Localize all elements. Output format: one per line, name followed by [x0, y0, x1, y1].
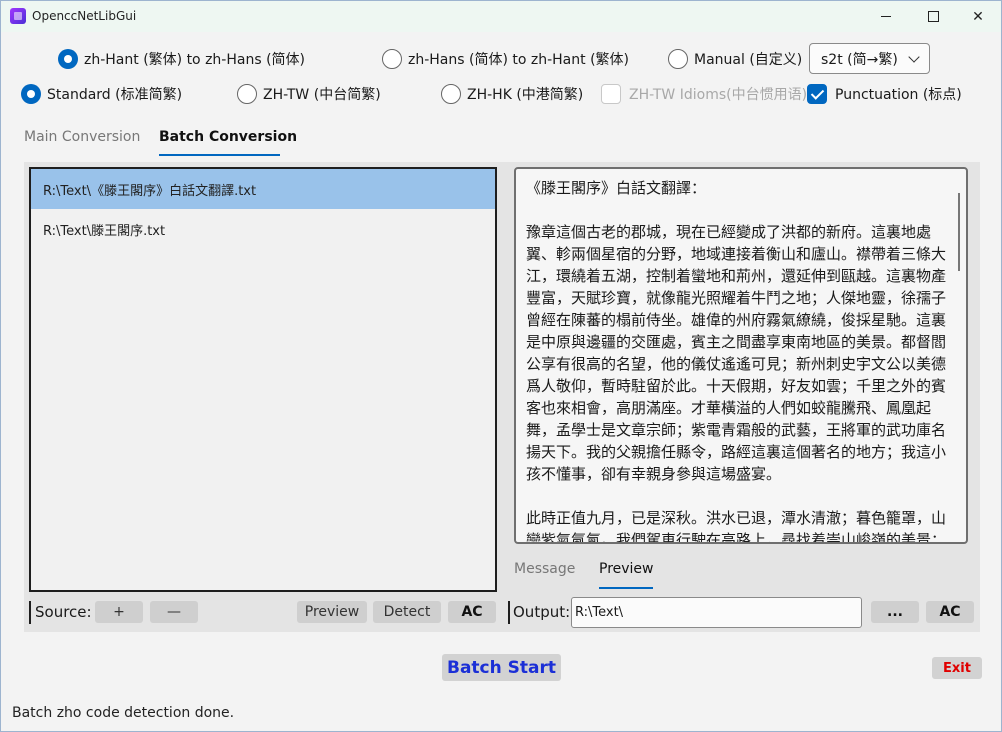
add-file-button[interactable]: + [95, 601, 143, 623]
active-subtab-indicator [599, 587, 653, 589]
minimize-icon[interactable] [863, 1, 909, 32]
list-item[interactable]: R:\Text\《滕王閣序》白話文翻譯.txt [31, 169, 495, 209]
batch-start-button[interactable]: Batch Start [442, 654, 561, 681]
radio-unselected-icon [382, 49, 402, 69]
close-icon[interactable]: ✕ [955, 1, 1001, 32]
browse-output-button[interactable]: ... [871, 601, 919, 623]
radio-label: Standard (标准简繁) [47, 87, 183, 103]
tab-message[interactable]: Message [514, 561, 575, 577]
radio-label: zh-Hant (繁体) to zh-Hans (简体) [84, 52, 305, 68]
radio-zh-hk[interactable]: ZH-HK (中港简繁) [441, 84, 583, 104]
clear-output-button[interactable]: AC [926, 601, 974, 623]
app-logo-icon [10, 8, 26, 24]
divider [29, 601, 31, 624]
window-title: OpenccNetLibGui [32, 9, 137, 23]
exit-button[interactable]: Exit [932, 657, 982, 679]
chevron-down-icon [908, 51, 920, 63]
file-path: R:\Text\滕王閣序.txt [43, 223, 166, 239]
radio-label: zh-Hans (简体) to zh-Hant (繁体) [408, 52, 629, 68]
radio-standard[interactable]: Standard (标准简繁) [21, 84, 182, 104]
checkbox-label: Punctuation (标点) [835, 87, 962, 103]
checkbox-unchecked-icon [601, 84, 621, 104]
output-label: Output: [513, 603, 571, 621]
checkbox-checked-icon [807, 84, 827, 104]
zhtw-idioms-checkbox[interactable]: ZH-TW Idioms(中台惯用语) [601, 84, 807, 104]
remove-file-button[interactable]: — [150, 601, 198, 623]
radio-label: ZH-TW (中台简繁) [263, 87, 381, 103]
detect-button[interactable]: Detect [373, 601, 441, 623]
maximize-icon[interactable] [910, 1, 956, 32]
source-file-list[interactable]: R:\Text\《滕王閣序》白話文翻譯.txt R:\Text\滕王閣序.txt [29, 167, 497, 592]
manual-config-value: s2t (简→繁) [821, 51, 898, 68]
radio-selected-icon [58, 49, 78, 69]
radio-manual[interactable]: Manual (自定义) [668, 49, 802, 69]
radio-hant-to-hans[interactable]: zh-Hant (繁体) to zh-Hans (简体) [58, 49, 305, 69]
radio-zh-tw[interactable]: ZH-TW (中台简繁) [237, 84, 381, 104]
radio-unselected-icon [441, 84, 461, 104]
divider [508, 601, 510, 624]
preview-button[interactable]: Preview [297, 601, 367, 623]
tab-main-conversion[interactable]: Main Conversion [24, 129, 140, 145]
scrollbar-thumb[interactable] [958, 193, 960, 271]
title-bar: OpenccNetLibGui ✕ [1, 1, 1001, 32]
radio-unselected-icon [668, 49, 688, 69]
preview-textbox[interactable]: 《滕王閣序》白話文翻譯： 豫章這個古老的郡城，現在已經變成了洪都的新府。這裏地處… [514, 167, 968, 544]
preview-text: 《滕王閣序》白話文翻譯： 豫章這個古老的郡城，現在已經變成了洪都的新府。這裏地處… [526, 179, 947, 544]
status-text: Batch zho code detection done. [12, 705, 235, 721]
radio-selected-icon [21, 84, 41, 104]
list-item[interactable]: R:\Text\滕王閣序.txt [31, 209, 495, 249]
output-path-input[interactable]: R:\Text\ [571, 597, 862, 628]
active-tab-indicator [159, 154, 280, 156]
checkbox-label: ZH-TW Idioms(中台惯用语) [629, 87, 808, 103]
manual-config-select[interactable]: s2t (简→繁) [809, 43, 930, 74]
app-window: OpenccNetLibGui ✕ zh-Hant (繁体) to zh-Han… [0, 0, 1002, 732]
file-path: R:\Text\《滕王閣序》白話文翻譯.txt [43, 183, 257, 199]
tab-batch-conversion[interactable]: Batch Conversion [159, 129, 297, 145]
radio-unselected-icon [237, 84, 257, 104]
punctuation-checkbox[interactable]: Punctuation (标点) [807, 84, 962, 104]
source-label: Source: [35, 603, 92, 621]
output-path-value: R:\Text\ [575, 605, 624, 620]
clear-source-button[interactable]: AC [448, 601, 496, 623]
radio-label: Manual (自定义) [694, 52, 803, 68]
radio-hans-to-hant[interactable]: zh-Hans (简体) to zh-Hant (繁体) [382, 49, 629, 69]
radio-label: ZH-HK (中港简繁) [467, 87, 584, 103]
tab-preview[interactable]: Preview [599, 561, 654, 577]
